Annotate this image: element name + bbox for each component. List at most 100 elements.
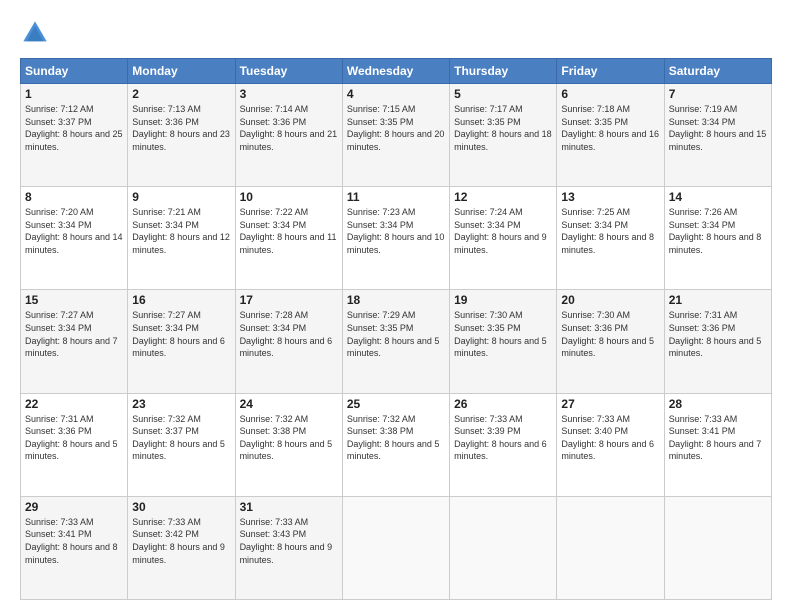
day-info: Sunrise: 7:18 AMSunset: 3:35 PMDaylight:…	[561, 104, 659, 152]
day-number: 18	[347, 293, 445, 307]
calendar-table: SundayMondayTuesdayWednesdayThursdayFrid…	[20, 58, 772, 600]
calendar-cell: 23 Sunrise: 7:32 AMSunset: 3:37 PMDaylig…	[128, 393, 235, 496]
calendar-cell: 29 Sunrise: 7:33 AMSunset: 3:41 PMDaylig…	[21, 496, 128, 599]
day-info: Sunrise: 7:33 AMSunset: 3:41 PMDaylight:…	[25, 517, 118, 565]
calendar-cell	[450, 496, 557, 599]
day-number: 26	[454, 397, 552, 411]
day-number: 13	[561, 190, 659, 204]
day-number: 14	[669, 190, 767, 204]
day-info: Sunrise: 7:24 AMSunset: 3:34 PMDaylight:…	[454, 207, 547, 255]
day-number: 16	[132, 293, 230, 307]
calendar-cell: 22 Sunrise: 7:31 AMSunset: 3:36 PMDaylig…	[21, 393, 128, 496]
day-info: Sunrise: 7:31 AMSunset: 3:36 PMDaylight:…	[25, 414, 118, 462]
day-info: Sunrise: 7:21 AMSunset: 3:34 PMDaylight:…	[132, 207, 230, 255]
calendar-cell: 6 Sunrise: 7:18 AMSunset: 3:35 PMDayligh…	[557, 84, 664, 187]
weekday-header-monday: Monday	[128, 59, 235, 84]
day-info: Sunrise: 7:32 AMSunset: 3:38 PMDaylight:…	[240, 414, 333, 462]
calendar-cell: 5 Sunrise: 7:17 AMSunset: 3:35 PMDayligh…	[450, 84, 557, 187]
day-number: 30	[132, 500, 230, 514]
day-info: Sunrise: 7:32 AMSunset: 3:38 PMDaylight:…	[347, 414, 440, 462]
weekday-header-row: SundayMondayTuesdayWednesdayThursdayFrid…	[21, 59, 772, 84]
week-row-4: 22 Sunrise: 7:31 AMSunset: 3:36 PMDaylig…	[21, 393, 772, 496]
day-info: Sunrise: 7:23 AMSunset: 3:34 PMDaylight:…	[347, 207, 445, 255]
calendar-cell: 25 Sunrise: 7:32 AMSunset: 3:38 PMDaylig…	[342, 393, 449, 496]
day-number: 21	[669, 293, 767, 307]
day-number: 20	[561, 293, 659, 307]
calendar-cell	[664, 496, 771, 599]
day-number: 28	[669, 397, 767, 411]
day-info: Sunrise: 7:28 AMSunset: 3:34 PMDaylight:…	[240, 310, 333, 358]
day-info: Sunrise: 7:25 AMSunset: 3:34 PMDaylight:…	[561, 207, 654, 255]
calendar-cell: 30 Sunrise: 7:33 AMSunset: 3:42 PMDaylig…	[128, 496, 235, 599]
day-info: Sunrise: 7:27 AMSunset: 3:34 PMDaylight:…	[132, 310, 225, 358]
week-row-1: 1 Sunrise: 7:12 AMSunset: 3:37 PMDayligh…	[21, 84, 772, 187]
day-info: Sunrise: 7:31 AMSunset: 3:36 PMDaylight:…	[669, 310, 762, 358]
weekday-header-tuesday: Tuesday	[235, 59, 342, 84]
logo	[20, 18, 54, 48]
day-info: Sunrise: 7:33 AMSunset: 3:43 PMDaylight:…	[240, 517, 333, 565]
calendar-cell: 2 Sunrise: 7:13 AMSunset: 3:36 PMDayligh…	[128, 84, 235, 187]
page: SundayMondayTuesdayWednesdayThursdayFrid…	[0, 0, 792, 612]
day-info: Sunrise: 7:12 AMSunset: 3:37 PMDaylight:…	[25, 104, 123, 152]
calendar-cell: 11 Sunrise: 7:23 AMSunset: 3:34 PMDaylig…	[342, 187, 449, 290]
weekday-header-wednesday: Wednesday	[342, 59, 449, 84]
day-number: 2	[132, 87, 230, 101]
day-number: 31	[240, 500, 338, 514]
day-number: 15	[25, 293, 123, 307]
calendar-cell: 19 Sunrise: 7:30 AMSunset: 3:35 PMDaylig…	[450, 290, 557, 393]
day-number: 3	[240, 87, 338, 101]
calendar-cell: 4 Sunrise: 7:15 AMSunset: 3:35 PMDayligh…	[342, 84, 449, 187]
day-info: Sunrise: 7:33 AMSunset: 3:39 PMDaylight:…	[454, 414, 547, 462]
weekday-header-friday: Friday	[557, 59, 664, 84]
calendar-cell: 27 Sunrise: 7:33 AMSunset: 3:40 PMDaylig…	[557, 393, 664, 496]
week-row-5: 29 Sunrise: 7:33 AMSunset: 3:41 PMDaylig…	[21, 496, 772, 599]
day-number: 6	[561, 87, 659, 101]
day-info: Sunrise: 7:33 AMSunset: 3:40 PMDaylight:…	[561, 414, 654, 462]
calendar-cell: 16 Sunrise: 7:27 AMSunset: 3:34 PMDaylig…	[128, 290, 235, 393]
day-info: Sunrise: 7:19 AMSunset: 3:34 PMDaylight:…	[669, 104, 767, 152]
day-info: Sunrise: 7:26 AMSunset: 3:34 PMDaylight:…	[669, 207, 762, 255]
day-number: 19	[454, 293, 552, 307]
day-number: 25	[347, 397, 445, 411]
day-number: 7	[669, 87, 767, 101]
calendar-cell: 3 Sunrise: 7:14 AMSunset: 3:36 PMDayligh…	[235, 84, 342, 187]
day-info: Sunrise: 7:15 AMSunset: 3:35 PMDaylight:…	[347, 104, 445, 152]
calendar-cell: 8 Sunrise: 7:20 AMSunset: 3:34 PMDayligh…	[21, 187, 128, 290]
header	[20, 18, 772, 48]
day-info: Sunrise: 7:27 AMSunset: 3:34 PMDaylight:…	[25, 310, 118, 358]
calendar-cell: 31 Sunrise: 7:33 AMSunset: 3:43 PMDaylig…	[235, 496, 342, 599]
weekday-header-thursday: Thursday	[450, 59, 557, 84]
day-info: Sunrise: 7:20 AMSunset: 3:34 PMDaylight:…	[25, 207, 123, 255]
day-number: 23	[132, 397, 230, 411]
day-info: Sunrise: 7:22 AMSunset: 3:34 PMDaylight:…	[240, 207, 337, 255]
calendar-cell: 13 Sunrise: 7:25 AMSunset: 3:34 PMDaylig…	[557, 187, 664, 290]
day-number: 1	[25, 87, 123, 101]
day-number: 24	[240, 397, 338, 411]
calendar-cell	[557, 496, 664, 599]
day-info: Sunrise: 7:14 AMSunset: 3:36 PMDaylight:…	[240, 104, 338, 152]
day-info: Sunrise: 7:29 AMSunset: 3:35 PMDaylight:…	[347, 310, 440, 358]
calendar-cell: 18 Sunrise: 7:29 AMSunset: 3:35 PMDaylig…	[342, 290, 449, 393]
day-number: 11	[347, 190, 445, 204]
day-number: 5	[454, 87, 552, 101]
logo-icon	[20, 18, 50, 48]
calendar-cell: 21 Sunrise: 7:31 AMSunset: 3:36 PMDaylig…	[664, 290, 771, 393]
calendar-cell: 12 Sunrise: 7:24 AMSunset: 3:34 PMDaylig…	[450, 187, 557, 290]
calendar-cell: 17 Sunrise: 7:28 AMSunset: 3:34 PMDaylig…	[235, 290, 342, 393]
day-info: Sunrise: 7:32 AMSunset: 3:37 PMDaylight:…	[132, 414, 225, 462]
calendar-cell: 26 Sunrise: 7:33 AMSunset: 3:39 PMDaylig…	[450, 393, 557, 496]
calendar-cell: 10 Sunrise: 7:22 AMSunset: 3:34 PMDaylig…	[235, 187, 342, 290]
calendar-cell: 9 Sunrise: 7:21 AMSunset: 3:34 PMDayligh…	[128, 187, 235, 290]
calendar-cell	[342, 496, 449, 599]
day-number: 4	[347, 87, 445, 101]
day-number: 22	[25, 397, 123, 411]
calendar-cell: 7 Sunrise: 7:19 AMSunset: 3:34 PMDayligh…	[664, 84, 771, 187]
day-number: 27	[561, 397, 659, 411]
day-number: 10	[240, 190, 338, 204]
day-info: Sunrise: 7:30 AMSunset: 3:35 PMDaylight:…	[454, 310, 547, 358]
day-info: Sunrise: 7:30 AMSunset: 3:36 PMDaylight:…	[561, 310, 654, 358]
calendar-cell: 1 Sunrise: 7:12 AMSunset: 3:37 PMDayligh…	[21, 84, 128, 187]
day-info: Sunrise: 7:33 AMSunset: 3:42 PMDaylight:…	[132, 517, 225, 565]
day-number: 29	[25, 500, 123, 514]
day-number: 8	[25, 190, 123, 204]
